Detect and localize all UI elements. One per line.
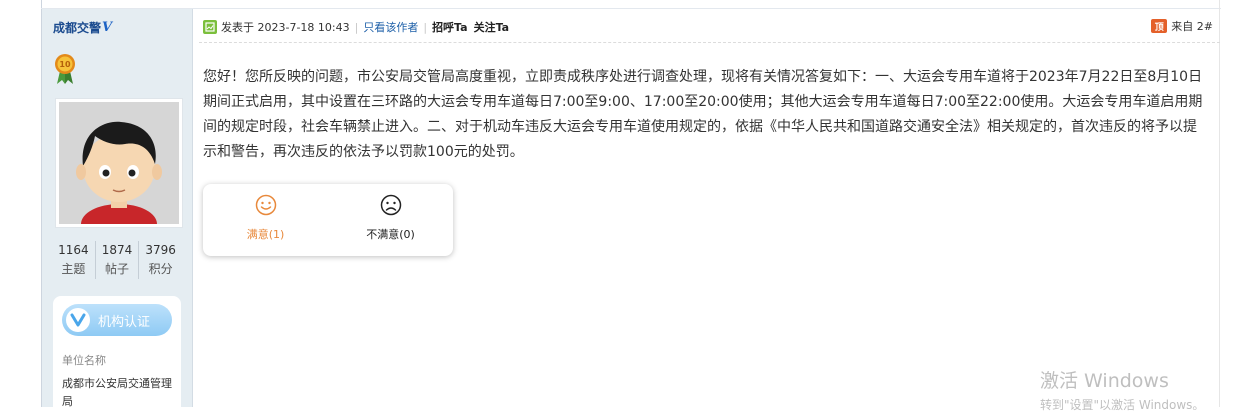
only-author-link[interactable]: 只看该作者 bbox=[363, 19, 418, 35]
divider: | bbox=[354, 20, 359, 34]
unit-name-value: 成都市公安局交通管理局 bbox=[62, 377, 172, 408]
verified-v-icon: V bbox=[102, 20, 113, 35]
floor-text[interactable]: 来自 2# bbox=[1171, 18, 1213, 34]
stat-topics[interactable]: 1164 主题 bbox=[52, 241, 96, 279]
medal-icon: 10 bbox=[55, 54, 75, 84]
cert-v-icon bbox=[66, 308, 90, 332]
author-stats: 1164 主题 1874 帖子 3796 积分 bbox=[52, 241, 182, 279]
stat-topics-value[interactable]: 1164 bbox=[52, 241, 95, 260]
username-text[interactable]: 成都交警 bbox=[53, 19, 101, 36]
watermark-title: 激活 Windows bbox=[1040, 370, 1169, 392]
stat-points-label: 积分 bbox=[148, 262, 173, 276]
avatar[interactable] bbox=[55, 98, 183, 228]
stat-posts-value[interactable]: 1874 bbox=[96, 241, 139, 260]
follow-link[interactable]: 关注Ta bbox=[474, 19, 510, 35]
cert-label: 机构认证 bbox=[98, 314, 151, 330]
stat-topics-label: 主题 bbox=[61, 262, 86, 276]
stat-points-value[interactable]: 3796 bbox=[139, 241, 182, 260]
frame-top-border bbox=[41, 8, 1221, 9]
unsatisfied-button[interactable]: 不满意(0) bbox=[328, 184, 453, 256]
smile-face-icon bbox=[255, 194, 276, 216]
header-divider bbox=[199, 42, 1220, 44]
post-meta-bar: 发表于 2023-7-18 10:43 | 只看该作者 | 招呼Ta 关注Ta bbox=[203, 18, 515, 36]
avatar-image bbox=[59, 102, 179, 224]
satisfied-label: 满意(1) bbox=[246, 228, 285, 241]
certification-card: 机构认证 单位名称 成都市公安局交通管理局 bbox=[53, 296, 181, 416]
post-date: 发表于 2023-7-18 10:43 bbox=[221, 21, 350, 34]
post-green-icon bbox=[203, 20, 217, 34]
greet-link[interactable]: 招呼Ta bbox=[432, 19, 468, 35]
stat-posts[interactable]: 1874 帖子 bbox=[96, 241, 140, 279]
floor-indicator[interactable]: 顶 来自 2# bbox=[1151, 18, 1213, 34]
author-sidebar: 成都交警 V 10 1164 主题 1874 帖子 3796 积分 机构认证 单… bbox=[42, 9, 193, 416]
institution-cert-badge[interactable]: 机构认证 bbox=[62, 304, 172, 336]
post-content: 您好！您所反映的问题，市公安局交管局高度重视，立即责成秩序处进行调查处理，现将有… bbox=[203, 69, 1203, 160]
divider: | bbox=[423, 20, 428, 34]
frame-right-border bbox=[1219, 0, 1220, 407]
svg-text:10: 10 bbox=[59, 60, 71, 69]
unsatisfied-label: 不满意(0) bbox=[366, 228, 415, 241]
stat-posts-label: 帖子 bbox=[105, 262, 130, 276]
frown-face-icon bbox=[380, 194, 401, 216]
unit-name-title: 单位名称 bbox=[62, 354, 106, 367]
rating-panel: 满意(1) 不满意(0) bbox=[203, 184, 453, 256]
stat-points[interactable]: 3796 积分 bbox=[139, 241, 182, 279]
windows-activation-watermark: 激活 Windows 转到"设置"以激活 Windows。 bbox=[1040, 366, 1204, 413]
watermark-subtitle: 转到"设置"以激活 Windows。 bbox=[1040, 398, 1205, 412]
satisfied-button[interactable]: 满意(1) bbox=[203, 184, 328, 256]
floor-icon: 顶 bbox=[1151, 19, 1168, 33]
author-username[interactable]: 成都交警 V bbox=[53, 19, 112, 36]
